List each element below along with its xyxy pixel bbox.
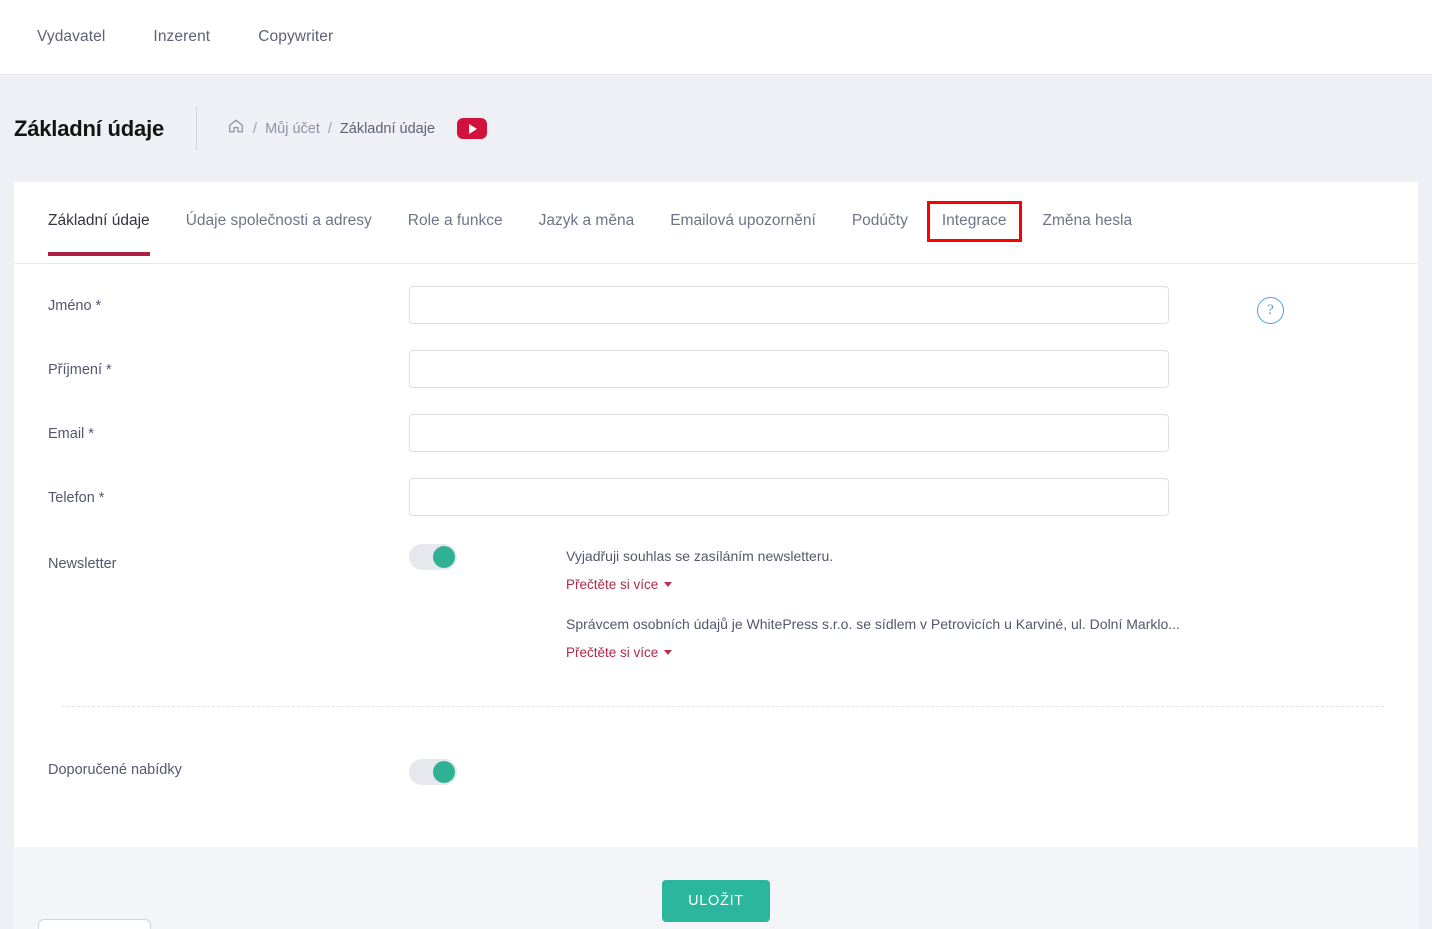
- form-row-telefon: Telefon *: [14, 478, 1418, 516]
- tab-bar: Základní údaje Údaje společnosti a adres…: [14, 182, 1418, 264]
- breadcrumb-item-current: Základní údaje: [339, 120, 436, 137]
- label-telefon: Telefon *: [48, 490, 105, 506]
- input-jmeno[interactable]: [409, 286, 1169, 324]
- help-icon[interactable]: ?: [1257, 297, 1284, 324]
- tab-role-a-funkce[interactable]: Role a funkce: [408, 212, 503, 256]
- breadcrumb-separator-1: /: [253, 120, 258, 137]
- tab-poducty[interactable]: Podúčty: [852, 212, 908, 256]
- chevron-down-icon: [664, 582, 673, 587]
- admin-read-more-link[interactable]: Přečtěte si více: [566, 645, 673, 660]
- label-newsletter: Newsletter: [48, 556, 117, 572]
- form-row-jmeno: Jméno * ?: [14, 286, 1418, 324]
- label-jmeno: Jméno *: [48, 298, 102, 314]
- label-email: Email *: [48, 426, 94, 442]
- read-more-label: Přečtěte si více: [566, 645, 659, 660]
- home-icon[interactable]: [227, 117, 245, 140]
- top-navigation: Vydavatel Inzerent Copywriter: [0, 0, 1432, 75]
- chevron-down-icon: [664, 650, 673, 655]
- toggle-newsletter[interactable]: [409, 544, 457, 570]
- tab-udaje-spolecnosti-a-adresy[interactable]: Údaje společnosti a adresy: [186, 212, 372, 256]
- header-divider: [196, 106, 198, 151]
- topnav-item-copywriter[interactable]: Copywriter: [258, 28, 333, 46]
- newsletter-read-more-link[interactable]: Přečtěte si více: [566, 577, 673, 592]
- save-button[interactable]: ULOŽIT: [662, 880, 770, 922]
- form-row-prijmeni: Příjmení *: [14, 350, 1418, 388]
- read-more-label: Přečtěte si více: [566, 577, 659, 592]
- form-row-newsletter: Newsletter Vyjadřuji souhlas se zasílání…: [14, 544, 1418, 662]
- toggle-knob: [433, 546, 455, 568]
- breadcrumb-item-muj-ucet[interactable]: Můj účet: [265, 121, 320, 137]
- toggle-knob: [433, 761, 455, 783]
- content-card: Základní údaje Údaje společnosti a adres…: [14, 182, 1418, 847]
- newsletter-consent: Vyjadřuji souhlas se zasíláním newslette…: [566, 544, 1180, 662]
- section-divider: [62, 706, 1384, 707]
- topnav-item-vydavatel[interactable]: Vydavatel: [37, 28, 105, 46]
- label-prijmeni: Příjmení *: [48, 362, 112, 378]
- tab-integrace[interactable]: Integrace: [926, 201, 1022, 242]
- admin-consent-text: Správcem osobních údajů je WhitePress s.…: [566, 616, 1180, 632]
- app-root: Vydavatel Inzerent Copywriter Základní ú…: [0, 0, 1432, 929]
- consent-gap: [566, 594, 1180, 614]
- page-title: Základní údaje: [14, 115, 165, 141]
- input-prijmeni[interactable]: [409, 350, 1169, 388]
- footer-widget[interactable]: [38, 919, 151, 929]
- form-row-doporucene-nabidky: Doporučené nabídky: [14, 759, 1418, 785]
- tab-zakladni-udaje[interactable]: Základní údaje: [48, 212, 150, 256]
- tab-emailova-upozorneni[interactable]: Emailová upozornění: [670, 212, 816, 256]
- form-footer: ULOŽIT: [14, 847, 1418, 929]
- newsletter-consent-text: Vyjadřuji souhlas se zasíláním newslette…: [566, 548, 834, 564]
- breadcrumb: / Můj účet / Základní údaje: [227, 117, 488, 140]
- input-email[interactable]: [409, 414, 1169, 452]
- topnav-item-inzerent[interactable]: Inzerent: [153, 28, 210, 46]
- basic-info-form: Jméno * ? Příjmení * Email * Telefon * N…: [14, 286, 1418, 785]
- youtube-play-icon[interactable]: [457, 118, 488, 139]
- label-doporucene-nabidky: Doporučené nabídky: [48, 762, 182, 778]
- page-header-band: Základní údaje / Můj účet / Základní úda…: [0, 75, 1432, 182]
- tab-zmena-hesla[interactable]: Změna hesla: [1043, 212, 1133, 256]
- form-row-email: Email *: [14, 414, 1418, 452]
- tab-jazyk-a-mena[interactable]: Jazyk a měna: [539, 212, 635, 256]
- breadcrumb-separator-2: /: [327, 120, 332, 137]
- toggle-doporucene-nabidky[interactable]: [409, 759, 457, 785]
- input-telefon[interactable]: [409, 478, 1169, 516]
